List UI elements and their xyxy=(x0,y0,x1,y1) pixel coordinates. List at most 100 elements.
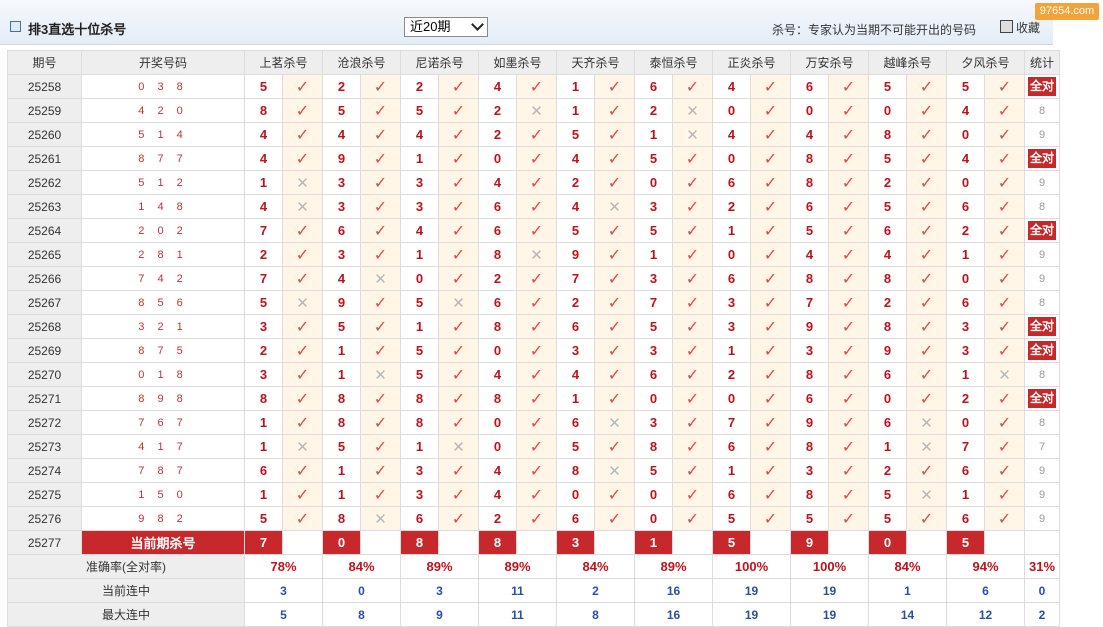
kill-number-cell: 3 xyxy=(400,482,439,507)
kill-number-cell: 1 xyxy=(322,362,361,387)
kill-number-cell: 4 xyxy=(244,146,283,171)
check-icon: ✓ xyxy=(919,126,934,144)
check-icon: ✓ xyxy=(763,246,778,264)
result-cell: ✓ xyxy=(984,506,1025,531)
result-cell: ✓ xyxy=(282,482,323,507)
check-icon: ✓ xyxy=(295,150,310,168)
check-icon: ✓ xyxy=(451,174,466,192)
kill-number-cell: 8 xyxy=(556,458,595,483)
check-icon: ✓ xyxy=(763,318,778,336)
result-cell: ✓ xyxy=(906,74,947,99)
kill-number-cell: 0 xyxy=(946,266,985,291)
kill-number-cell: 3 xyxy=(634,338,673,363)
period-cell: 25268 xyxy=(7,314,82,339)
result-cell: ✓ xyxy=(750,74,791,99)
kill-number-cell: 2 xyxy=(478,506,517,531)
current-label: 当前期杀号 xyxy=(81,530,245,555)
period-cell: 25277 xyxy=(7,530,82,555)
cross-icon: ✕ xyxy=(296,294,309,312)
kill-number-cell: 1 xyxy=(946,242,985,267)
check-icon: ✓ xyxy=(295,102,310,120)
summary-value: 84% xyxy=(322,554,401,579)
kill-number-cell: 2 xyxy=(244,338,283,363)
all-correct-badge: 全对 xyxy=(1027,341,1056,360)
check-icon: ✓ xyxy=(763,174,778,192)
result-cell: ✓ xyxy=(438,218,479,243)
kill-number-cell: 9 xyxy=(322,146,361,171)
col-expert: 万安杀号 xyxy=(790,50,869,75)
kill-number-cell: 5 xyxy=(400,290,439,315)
check-icon: ✓ xyxy=(373,246,388,264)
check-icon: ✓ xyxy=(451,510,466,528)
kill-number-cell: 0 xyxy=(868,386,907,411)
result-cell: ✓ xyxy=(594,98,635,123)
check-icon: ✓ xyxy=(763,222,778,240)
favorite-link[interactable]: 收藏 xyxy=(1000,19,1040,36)
result-cell: ✓ xyxy=(672,242,713,267)
check-icon: ✓ xyxy=(451,150,466,168)
period-select-value: 近20期 xyxy=(410,19,451,34)
current-kill-number: 5 xyxy=(946,530,985,555)
check-icon: ✓ xyxy=(295,462,310,480)
check-icon: ✓ xyxy=(919,342,934,360)
check-icon: ✓ xyxy=(997,222,1012,240)
check-icon: ✓ xyxy=(763,510,778,528)
check-icon: ✓ xyxy=(373,78,388,96)
check-icon: ✓ xyxy=(295,246,310,264)
kill-number-cell: 0 xyxy=(712,98,751,123)
period-cell: 25276 xyxy=(7,506,82,531)
kill-number-cell: 4 xyxy=(322,122,361,147)
check-icon: ✓ xyxy=(373,174,388,192)
check-icon: ✓ xyxy=(295,78,310,96)
result-cell: ✓ xyxy=(594,146,635,171)
kill-number-cell: 5 xyxy=(400,362,439,387)
kill-number-cell: 5 xyxy=(634,218,673,243)
kill-number-cell: 5 xyxy=(634,314,673,339)
stats-cell: 9 xyxy=(1024,242,1060,267)
cross-icon: ✕ xyxy=(374,366,387,384)
kill-number-cell: 1 xyxy=(634,122,673,147)
col-period: 期号 xyxy=(7,50,82,75)
result-cell: ✓ xyxy=(516,266,557,291)
result-cell: ✓ xyxy=(906,266,947,291)
kill-number-cell: 2 xyxy=(556,290,595,315)
check-icon: ✓ xyxy=(919,174,934,192)
empty-cell xyxy=(1024,530,1060,555)
result-cell: ✓ xyxy=(438,146,479,171)
toolbar: 排3直选十位杀号 近20期 杀号：专家认为当期不可能开出的号码 收藏 xyxy=(0,0,1053,45)
check-icon: ✓ xyxy=(295,510,310,528)
page-title: 排3直选十位杀号 xyxy=(28,22,127,37)
check-icon: ✓ xyxy=(841,366,856,384)
result-cell: ✓ xyxy=(828,410,869,435)
period-select[interactable]: 近20期 xyxy=(404,17,488,37)
check-icon: ✓ xyxy=(685,486,700,504)
kill-number-cell: 1 xyxy=(322,338,361,363)
result-cell: ✕ xyxy=(594,410,635,435)
kill-number-cell: 9 xyxy=(556,242,595,267)
result-cell: ✓ xyxy=(984,218,1025,243)
kill-number-cell: 6 xyxy=(946,458,985,483)
winning-number-cell: 8 7 5 xyxy=(81,338,245,363)
empty-cell xyxy=(828,530,869,555)
col-winning: 开奖号码 xyxy=(81,50,245,75)
kill-number-cell: 5 xyxy=(790,218,829,243)
all-correct-badge: 全对 xyxy=(1027,77,1056,96)
result-cell: ✓ xyxy=(672,506,713,531)
check-icon: ✓ xyxy=(451,102,466,120)
result-cell: ✓ xyxy=(984,458,1025,483)
check-icon: ✓ xyxy=(451,414,466,432)
result-cell: ✓ xyxy=(906,98,947,123)
check-icon: ✓ xyxy=(529,342,544,360)
cross-icon: ✕ xyxy=(452,294,465,312)
kill-number-cell: 5 xyxy=(868,506,907,531)
period-cell: 25267 xyxy=(7,290,82,315)
kill-number-cell: 2 xyxy=(868,458,907,483)
summary-value: 84% xyxy=(868,554,947,579)
check-icon: ✓ xyxy=(997,102,1012,120)
kill-number-cell: 8 xyxy=(244,386,283,411)
result-cell: ✓ xyxy=(516,314,557,339)
check-icon: ✓ xyxy=(451,486,466,504)
period-cell: 25271 xyxy=(7,386,82,411)
result-cell: ✓ xyxy=(984,122,1025,147)
kill-number-cell: 7 xyxy=(790,290,829,315)
